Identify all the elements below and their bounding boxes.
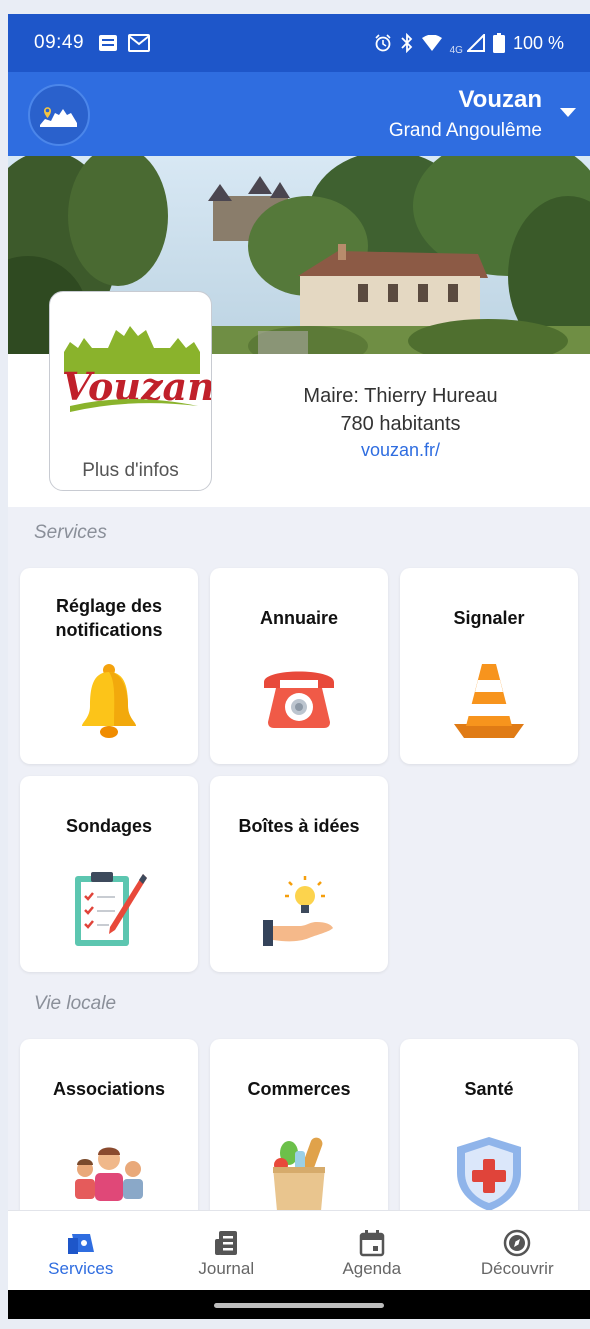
service-card-directory[interactable]: Annuaire <box>210 568 388 764</box>
calendar-icon <box>359 1230 384 1257</box>
service-card-report[interactable]: Signaler <box>400 568 578 764</box>
nav-tab-agenda[interactable]: Agenda <box>299 1211 445 1290</box>
card-label: Commerces <box>247 1079 351 1099</box>
traffic-cone-icon <box>454 664 524 738</box>
population-count: 780 habitants <box>340 413 461 435</box>
more-info-link[interactable]: Plus d'infos <box>50 460 211 482</box>
home-gesture-handle[interactable] <box>214 1303 384 1308</box>
battery-level: 100 % <box>512 32 564 53</box>
services-icon <box>67 1234 94 1254</box>
clipboard-checklist-icon <box>75 872 147 946</box>
service-card-notifications[interactable]: Réglage des notifications <box>20 568 198 764</box>
service-card-surveys[interactable]: Sondages <box>20 776 198 972</box>
card-label: Réglage des notifications <box>55 596 163 640</box>
nav-label: Agenda <box>342 1259 402 1278</box>
nav-label: Services <box>48 1259 114 1278</box>
app-header: Vouzan Grand Angoulême <box>8 72 590 156</box>
nav-tab-discover[interactable]: Découvrir <box>445 1211 590 1290</box>
grocery-bag-icon <box>273 1137 325 1211</box>
chevron-down-icon[interactable] <box>560 108 576 117</box>
compass-icon <box>504 1229 531 1257</box>
newspaper-icon <box>215 1231 238 1255</box>
mail-notification-icon <box>128 34 151 52</box>
card-label: Boîtes à idées <box>238 816 360 836</box>
app-logo[interactable] <box>28 84 90 146</box>
message-notification-icon <box>99 35 118 51</box>
service-card-idea-box[interactable]: Boîtes à idées <box>210 776 388 972</box>
signal-icon <box>466 34 485 52</box>
card-label: Annuaire <box>259 608 338 628</box>
local-card-associations[interactable]: Associations <box>20 1039 198 1235</box>
town-logo-card[interactable]: Vouzan Plus d'infos <box>49 291 212 491</box>
mayor-name: Maire: Thierry Hureau <box>303 385 498 407</box>
nav-label: Découvrir <box>480 1259 554 1278</box>
status-time: 09:49 <box>34 32 85 53</box>
local-card-health[interactable]: Santé <box>400 1039 578 1235</box>
battery-icon <box>492 33 505 53</box>
app-screen: 09:49 4G 100 % Vouzan Grand Angoulême Vo… <box>8 14 590 1319</box>
card-label: Sondages <box>65 816 153 836</box>
telephone-icon <box>264 671 334 728</box>
town-details: Maire: Thierry Hureau 780 habitants <box>258 382 543 438</box>
local-card-shops[interactable]: Commerces <box>210 1039 388 1235</box>
card-label: Associations <box>52 1079 166 1099</box>
region-name[interactable]: Grand Angoulême <box>389 120 542 142</box>
nav-tab-services[interactable]: Services <box>8 1211 154 1290</box>
section-title-services: Services <box>34 522 107 543</box>
nav-tab-journal[interactable]: Journal <box>154 1211 300 1290</box>
people-group-icon <box>75 1147 143 1201</box>
section-title-local-life: Vie locale <box>34 993 117 1014</box>
card-label: Santé <box>464 1079 514 1099</box>
bluetooth-icon <box>400 33 412 53</box>
wifi-icon <box>421 35 442 51</box>
bell-icon <box>82 664 136 738</box>
nav-label: Journal <box>198 1259 255 1278</box>
website-link[interactable]: vouzan.fr/ <box>258 440 543 461</box>
town-name[interactable]: Vouzan <box>458 86 542 114</box>
town-logo-image: Vouzan <box>62 326 211 412</box>
system-navigation-bar <box>8 1290 590 1319</box>
network-type: 4G <box>449 44 463 56</box>
medical-shield-icon <box>457 1137 521 1211</box>
bottom-navigation: Services Journal Agenda Découvrir <box>8 1210 590 1290</box>
status-bar: 09:49 4G 100 % <box>8 14 590 72</box>
card-label: Signaler <box>453 608 525 628</box>
alarm-icon <box>375 34 391 52</box>
town-location-icon <box>40 107 77 127</box>
lightbulb-hand-icon <box>263 876 333 946</box>
